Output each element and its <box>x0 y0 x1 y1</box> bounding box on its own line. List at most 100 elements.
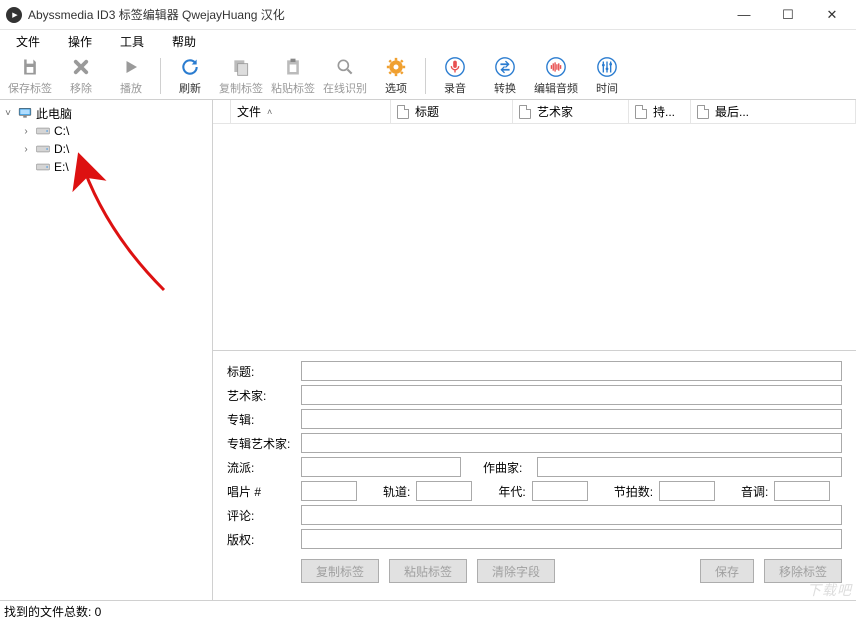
label-artist: 艺术家: <box>227 387 295 404</box>
toolbar-remove[interactable]: 移除 <box>56 54 106 98</box>
status-text: 找到的文件总数: 0 <box>4 603 101 620</box>
menu-action[interactable]: 操作 <box>60 31 112 52</box>
toolbar-separator <box>425 58 426 94</box>
input-composer[interactable] <box>537 457 842 477</box>
list-header: 文件 ˄ 标题 艺术家 持... 最后... <box>213 100 856 124</box>
toolbar-record[interactable]: 录音 <box>430 54 480 98</box>
window-title: Abyssmedia ID3 标签编辑器 QwejayHuang 汉化 <box>28 6 722 23</box>
sort-asc-icon: ˄ <box>267 107 272 117</box>
document-icon <box>397 105 409 119</box>
input-copyright[interactable] <box>301 529 842 549</box>
tree-drive-e[interactable]: E:\ <box>2 158 210 176</box>
button-clear-fields[interactable]: 清除字段 <box>477 559 555 583</box>
column-last[interactable]: 最后... <box>691 100 856 124</box>
menu-tools[interactable]: 工具 <box>112 31 164 52</box>
tree-root[interactable]: ˅ 此电脑 <box>2 104 210 122</box>
maximize-button[interactable]: ☐ <box>766 0 810 30</box>
label-copyright: 版权: <box>227 531 295 548</box>
paste-icon <box>281 55 305 79</box>
toolbar-online-identify[interactable]: 在线识别 <box>319 54 371 98</box>
column-duration[interactable]: 持... <box>629 100 691 124</box>
input-genre[interactable] <box>301 457 461 477</box>
label-disc: 唱片 # <box>227 483 295 500</box>
toolbar-save-tags[interactable]: 保存标签 <box>4 54 56 98</box>
title-bar: Abyssmedia ID3 标签编辑器 QwejayHuang 汉化 — ☐ … <box>0 0 856 30</box>
document-icon <box>635 105 647 119</box>
label-year: 年代: <box>498 483 525 500</box>
search-icon <box>333 55 357 79</box>
gear-icon <box>384 55 408 79</box>
drive-icon <box>35 124 51 138</box>
copy-icon <box>229 55 253 79</box>
folder-tree[interactable]: ˅ 此电脑 › C:\ › D:\ E:\ <box>0 100 213 600</box>
toolbar-play[interactable]: 播放 <box>106 54 156 98</box>
microphone-icon <box>443 55 467 79</box>
input-key[interactable] <box>774 481 830 501</box>
status-bar: 找到的文件总数: 0 <box>0 600 856 622</box>
label-composer: 作曲家: <box>483 459 531 476</box>
toolbar-paste-tags[interactable]: 粘贴标签 <box>267 54 319 98</box>
label-key: 音调: <box>741 483 768 500</box>
tree-drive-c[interactable]: › C:\ <box>2 122 210 140</box>
input-title[interactable] <box>301 361 842 381</box>
menu-file[interactable]: 文件 <box>8 31 60 52</box>
button-paste-tags[interactable]: 粘贴标签 <box>389 559 467 583</box>
toolbar: 保存标签 移除 播放 刷新 复制标签 粘贴标签 在线识别 选项 录音 转换 <box>0 52 856 100</box>
input-year[interactable] <box>532 481 588 501</box>
toolbar-edit-audio[interactable]: 编辑音频 <box>530 54 582 98</box>
toolbar-copy-tags[interactable]: 复制标签 <box>215 54 267 98</box>
app-icon <box>6 7 22 23</box>
toolbar-convert[interactable]: 转换 <box>480 54 530 98</box>
main-area: ˅ 此电脑 › C:\ › D:\ E:\ 文件 ˄ <box>0 100 856 600</box>
expand-icon[interactable]: › <box>20 144 32 155</box>
tree-drive-label: E:\ <box>54 160 69 174</box>
close-button[interactable]: ✕ <box>810 0 854 30</box>
convert-icon <box>493 55 517 79</box>
column-title[interactable]: 标题 <box>391 100 513 124</box>
tree-drive-label: C:\ <box>54 124 69 138</box>
menu-bar: 文件 操作 工具 帮助 <box>0 30 856 52</box>
drive-icon <box>35 142 51 156</box>
label-track: 轨道: <box>383 483 410 500</box>
save-icon <box>18 55 42 79</box>
input-album[interactable] <box>301 409 842 429</box>
column-file[interactable]: 文件 ˄ <box>231 100 391 124</box>
label-title: 标题: <box>227 363 295 380</box>
tree-root-label: 此电脑 <box>36 105 72 122</box>
input-bpm[interactable] <box>659 481 715 501</box>
computer-icon <box>17 106 33 120</box>
tree-drive-d[interactable]: › D:\ <box>2 140 210 158</box>
checkbox-column[interactable] <box>213 100 231 124</box>
remove-icon <box>69 55 93 79</box>
drive-icon <box>35 160 51 174</box>
play-icon <box>119 55 143 79</box>
input-disc[interactable] <box>301 481 357 501</box>
label-album: 专辑: <box>227 411 295 428</box>
input-artist[interactable] <box>301 385 842 405</box>
minimize-button[interactable]: — <box>722 0 766 30</box>
menu-help[interactable]: 帮助 <box>164 31 216 52</box>
toolbar-options[interactable]: 选项 <box>371 54 421 98</box>
input-album-artist[interactable] <box>301 433 842 453</box>
expand-icon[interactable]: › <box>20 126 32 137</box>
button-save[interactable]: 保存 <box>700 559 754 583</box>
equalizer-icon <box>595 55 619 79</box>
tree-drive-label: D:\ <box>54 142 69 156</box>
button-remove-tags[interactable]: 移除标签 <box>764 559 842 583</box>
toolbar-refresh[interactable]: 刷新 <box>165 54 215 98</box>
label-comment: 评论: <box>227 507 295 524</box>
input-comment[interactable] <box>301 505 842 525</box>
toolbar-separator <box>160 58 161 94</box>
form-buttons: 复制标签 粘贴标签 清除字段 保存 移除标签 <box>227 559 842 583</box>
file-list[interactable] <box>213 124 856 350</box>
button-copy-tags[interactable]: 复制标签 <box>301 559 379 583</box>
input-track[interactable] <box>416 481 472 501</box>
label-genre: 流派: <box>227 459 295 476</box>
document-icon <box>697 105 709 119</box>
tag-form: 标题: 艺术家: 专辑: 专辑艺术家: 流派: 作曲家: <box>213 350 856 600</box>
toolbar-time[interactable]: 时间 <box>582 54 632 98</box>
label-bpm: 节拍数: <box>614 483 653 500</box>
label-album-artist: 专辑艺术家: <box>227 435 295 452</box>
column-artist[interactable]: 艺术家 <box>513 100 629 124</box>
collapse-icon[interactable]: ˅ <box>2 108 14 119</box>
